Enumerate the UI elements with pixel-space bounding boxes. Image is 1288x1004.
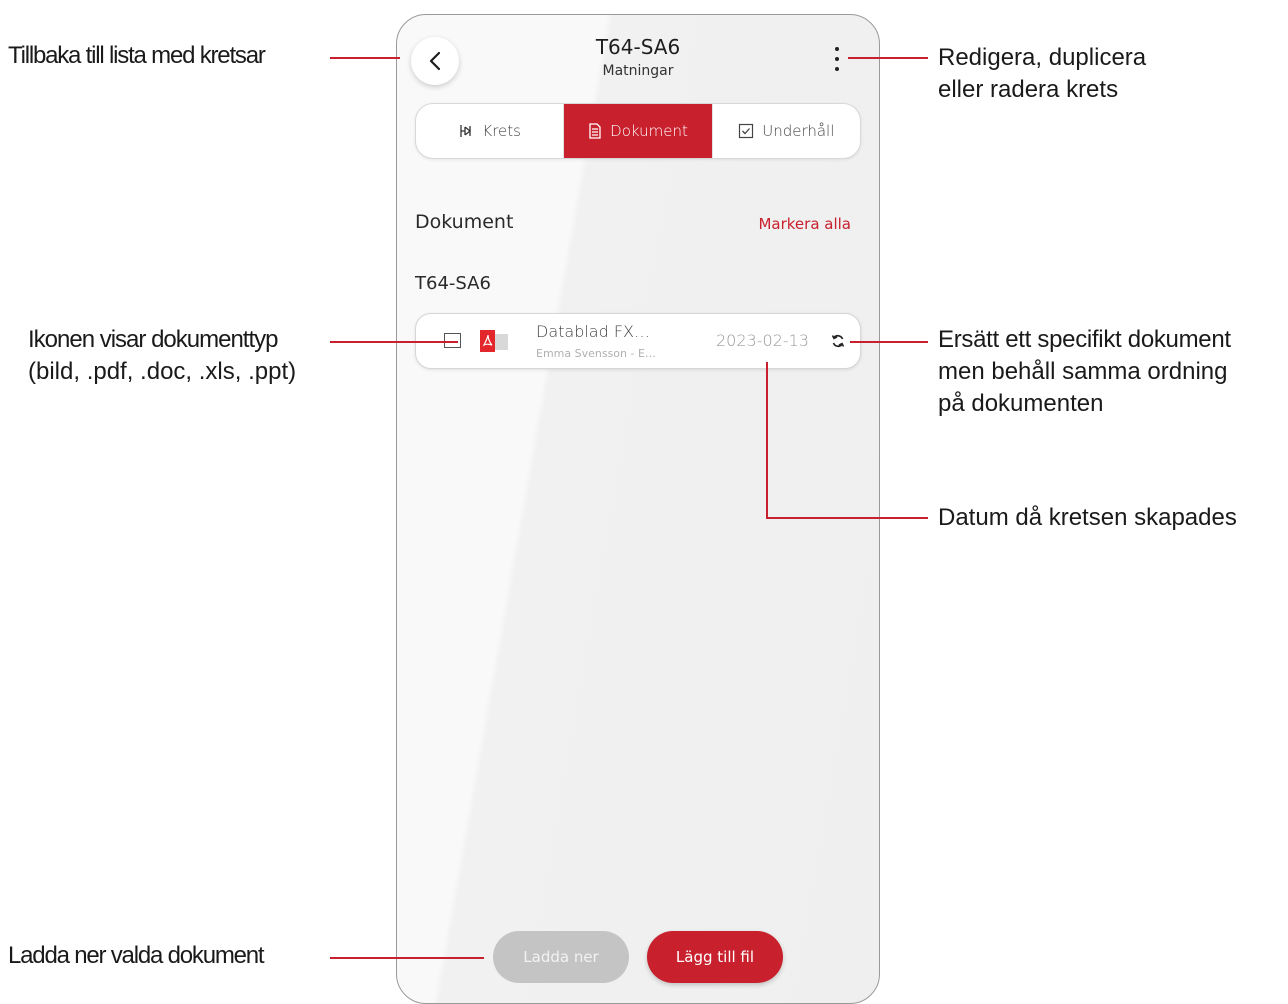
- annotation-replace-line2: men behåll samma ordning: [938, 358, 1228, 385]
- page-title: T64-SA6: [595, 35, 681, 59]
- annotation-menu-line1: Redigera, duplicera: [938, 44, 1147, 71]
- annotation-line-menu: [848, 57, 928, 59]
- annotation-line-date-vertical: [766, 362, 768, 518]
- tab-krets-label: Krets: [482, 122, 521, 140]
- circuit-icon: [460, 125, 472, 137]
- annotation-line-date: [766, 517, 928, 519]
- annotation-line-back: [330, 57, 400, 59]
- annotation-back: Tillbaka till lista med kretsar: [8, 42, 266, 69]
- tab-dokument-label: Dokument: [610, 122, 688, 140]
- annotation-line-replace: [850, 341, 928, 343]
- phone-screen: T64-SA6 Matningar Krets Dokument Underhå…: [396, 14, 880, 1004]
- annotation-line-download: [330, 957, 484, 959]
- document-meta: Emma Svensson - E…: [536, 347, 656, 360]
- tab-underhall[interactable]: Underhåll: [711, 104, 860, 158]
- select-all-link[interactable]: Markera alla: [758, 215, 851, 233]
- tab-dokument[interactable]: Dokument: [563, 104, 712, 158]
- document-date: 2023-02-13: [716, 331, 809, 350]
- annotation-icon-line2: (bild, .pdf, .doc, .xls, .ppt): [28, 358, 297, 385]
- documents-section-title: Dokument: [415, 211, 514, 233]
- download-button[interactable]: Ladda ner: [493, 931, 629, 983]
- annotation-replace-line1: Ersätt ett specifikt dokument: [938, 326, 1231, 353]
- annotation-icon-line1: Ikonen visar dokumenttyp: [28, 326, 278, 353]
- page-subtitle: Matningar: [602, 63, 674, 79]
- tab-underhall-label: Underhåll: [762, 122, 835, 140]
- document-group-title: T64-SA6: [415, 273, 491, 294]
- document-row[interactable]: Datablad FX… Emma Svensson - E… 2023-02-…: [415, 313, 861, 369]
- annotation-line-icon: [330, 341, 458, 343]
- checkbox-icon: [739, 123, 754, 139]
- document-icon: [589, 123, 601, 139]
- replace-icon[interactable]: [830, 333, 846, 349]
- annotation-menu-line2: eller radera krets: [938, 76, 1119, 103]
- annotation-download: Ladda ner valda dokument: [8, 942, 265, 969]
- add-file-button[interactable]: Lägg till fil: [647, 931, 783, 983]
- document-name: Datablad FX…: [536, 322, 651, 341]
- annotation-date: Datum då kretsen skapades: [938, 504, 1237, 531]
- annotation-replace-line3: på dokumenten: [938, 390, 1104, 417]
- pdf-icon: [480, 330, 508, 352]
- tab-bar: Krets Dokument Underhåll: [415, 103, 861, 159]
- more-menu-icon[interactable]: [833, 47, 841, 71]
- tab-krets[interactable]: Krets: [416, 104, 563, 158]
